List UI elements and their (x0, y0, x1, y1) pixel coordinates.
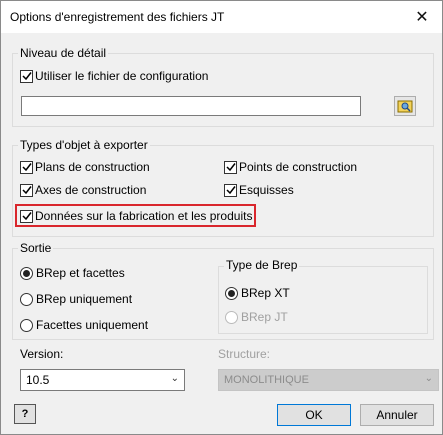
structure-select-value: MONOLITHIQUE (224, 374, 309, 386)
use-config-label: Utiliser le fichier de configuration (35, 69, 209, 83)
chevron-down-icon[interactable]: ⌄ (171, 373, 179, 384)
radio-selected-dot (228, 289, 235, 297)
manufacturing-data-label: Données sur la fabrication et les produi… (35, 209, 253, 223)
brep-only-label: BRep uniquement (36, 292, 133, 306)
radio-circle (225, 310, 238, 324)
sketches-label: Esquisses (239, 183, 294, 197)
cancel-button[interactable]: Annuler (360, 404, 434, 426)
config-file-path-input[interactable] (21, 96, 361, 116)
chevron-down-icon: ⌄ (424, 373, 433, 384)
construction-planes-label: Plans de construction (35, 160, 150, 174)
sketches-checkbox[interactable]: Esquisses (224, 182, 294, 198)
construction-points-label: Points de construction (239, 160, 358, 174)
checkmark-icon (21, 212, 32, 221)
checkmark-icon (21, 186, 32, 195)
checkbox-box[interactable] (20, 183, 33, 197)
use-config-checkbox[interactable]: Utiliser le fichier de configuration (20, 68, 208, 84)
structure-select: MONOLITHIQUE ⌄ (218, 369, 439, 391)
checkmark-icon (225, 163, 236, 172)
checkbox-box[interactable] (224, 160, 237, 174)
construction-points-checkbox[interactable]: Points de construction (224, 159, 357, 175)
checkbox-box[interactable] (20, 209, 33, 223)
construction-axes-checkbox[interactable]: Axes de construction (20, 182, 146, 198)
title-bar[interactable]: Options d'enregistrement des fichiers JT… (1, 1, 442, 33)
brep-xt-radio[interactable]: BRep XT (225, 285, 290, 301)
radio-circle[interactable] (20, 318, 33, 332)
detail-level-group-label: Niveau de détail (18, 46, 109, 60)
output-group-label: Sortie (18, 241, 54, 255)
dialog-title: Options d'enregistrement des fichiers JT (10, 10, 225, 24)
checkbox-box[interactable] (20, 69, 33, 83)
help-button[interactable]: ? (14, 404, 36, 424)
object-types-group-label: Types d'objet à exporter (18, 138, 150, 152)
facets-only-radio[interactable]: Facettes uniquement (20, 317, 148, 333)
brep-and-facets-radio[interactable]: BRep et facettes (20, 265, 125, 281)
construction-planes-checkbox[interactable]: Plans de construction (20, 159, 150, 175)
checkbox-box[interactable] (20, 160, 33, 174)
close-icon[interactable]: ✕ (402, 1, 442, 33)
brep-xt-label: BRep XT (241, 286, 290, 300)
radio-circle[interactable] (225, 286, 238, 300)
manufacturing-data-checkbox[interactable]: Données sur la fabrication et les produi… (20, 208, 252, 224)
browse-folder-icon (397, 100, 413, 113)
checkmark-icon (21, 163, 32, 172)
radio-circle[interactable] (20, 292, 33, 306)
brep-type-group-label: Type de Brep (224, 258, 300, 272)
browse-button[interactable] (394, 96, 416, 116)
checkmark-icon (21, 72, 32, 81)
checkmark-icon (225, 186, 236, 195)
construction-axes-label: Axes de construction (35, 183, 147, 197)
version-select[interactable]: 10.5 ⌄ (20, 369, 185, 391)
jt-save-options-dialog: Options d'enregistrement des fichiers JT… (0, 0, 443, 435)
brep-only-radio[interactable]: BRep uniquement (20, 291, 132, 307)
radio-selected-dot (23, 269, 30, 277)
brep-jt-radio: BRep JT (225, 309, 288, 325)
structure-label: Structure: (218, 347, 271, 361)
radio-circle[interactable] (20, 266, 33, 280)
brep-and-facets-label: BRep et facettes (36, 266, 125, 280)
facets-only-label: Facettes uniquement (36, 318, 149, 332)
ok-button[interactable]: OK (277, 404, 351, 426)
version-select-value: 10.5 (26, 373, 50, 387)
brep-jt-label: BRep JT (241, 310, 288, 324)
checkbox-box[interactable] (224, 183, 237, 197)
help-icon: ? (21, 408, 29, 420)
version-label: Version: (20, 347, 64, 361)
